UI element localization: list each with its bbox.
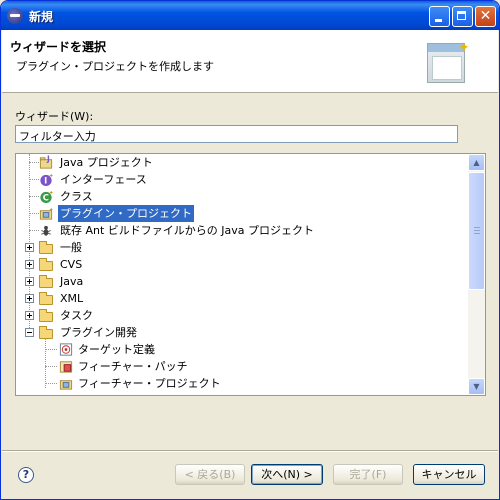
folder-icon	[38, 291, 54, 306]
wizard-tree[interactable]: J Java プロジェクト I ✦ インターフェース C ✦ クラス ✦ プラグイン…	[15, 153, 486, 396]
cancel-button[interactable]: キャンセル	[413, 464, 485, 485]
banner-description: プラグイン・プロジェクトを作成します	[16, 60, 214, 73]
scroll-down-button[interactable]: ▼	[468, 378, 485, 395]
window-title: 新規	[29, 10, 54, 24]
minimize-button[interactable]	[429, 6, 450, 27]
tree-item-label: クラス	[60, 190, 93, 203]
banner-title: ウィザードを選択	[10, 40, 107, 54]
filter-placeholder: フィルター入力	[19, 130, 96, 143]
collapse-icon[interactable]	[25, 328, 34, 337]
feature-project-icon	[59, 380, 73, 390]
new-wizard-dialog: 新規 ✕ ウィザードを選択 プラグイン・プロジェクトを作成します ✦ ウィザード…	[0, 0, 500, 500]
tree-item-label: ターゲット定義	[78, 343, 155, 356]
close-button[interactable]: ✕	[475, 6, 496, 27]
tree-item-label: CVS	[60, 258, 83, 271]
close-icon: ✕	[479, 8, 492, 24]
target-definition-icon	[59, 343, 73, 356]
svg-text:I: I	[44, 176, 47, 186]
svg-text:J: J	[46, 155, 50, 164]
folder-icon	[38, 274, 54, 289]
wizards-label: ウィザード(W):	[15, 110, 94, 123]
tree-item-label: 一般	[60, 241, 82, 254]
tree-item-label: プラグイン開発	[60, 326, 137, 339]
help-button[interactable]: ?	[18, 467, 34, 483]
wizard-banner: ウィザードを選択 プラグイン・プロジェクトを作成します ✦	[2, 30, 498, 93]
tree-item-label: XML	[60, 292, 84, 305]
expand-icon[interactable]	[25, 294, 34, 303]
svg-text:✦: ✦	[49, 207, 54, 214]
tree-item-label: フィーチャー・パッチ	[78, 360, 188, 373]
class-icon: C ✦	[40, 190, 54, 204]
back-button[interactable]: < 戻る(B)	[175, 464, 245, 485]
expand-icon[interactable]	[25, 260, 34, 269]
folder-icon	[38, 308, 54, 323]
feature-patch-icon	[59, 361, 73, 373]
interface-icon: I ✦	[40, 173, 54, 187]
tree-item-label: Java プロジェクト	[60, 156, 153, 169]
tree-item-label: タスク	[60, 309, 93, 322]
tree-item-label: フィーチャー・プロジェクト	[78, 377, 221, 390]
tree-item-label: Java	[60, 275, 84, 288]
help-icon: ?	[22, 468, 30, 481]
tree-item-label: 既存 Ant ビルドファイルからの Java プロジェクト	[60, 224, 315, 237]
finish-button[interactable]: 完了(F)	[333, 464, 403, 485]
divider	[2, 450, 498, 452]
maximize-icon	[457, 11, 466, 20]
svg-text:✦: ✦	[49, 173, 54, 180]
scroll-up-button[interactable]: ▲	[468, 154, 485, 171]
scroll-thumb[interactable]	[468, 172, 485, 290]
expand-icon[interactable]	[25, 243, 34, 252]
folder-open-icon	[38, 325, 54, 340]
plugin-project-icon: ✦	[39, 207, 54, 220]
expand-icon[interactable]	[25, 277, 34, 286]
tree-item-label: プラグイン・プロジェクト	[58, 205, 194, 222]
minimize-icon	[435, 19, 442, 22]
folder-icon	[38, 257, 54, 272]
chevron-up-icon: ▲	[473, 158, 480, 167]
eclipse-icon	[7, 8, 23, 24]
filter-input[interactable]: フィルター入力	[15, 125, 458, 143]
title-bar[interactable]: 新規 ✕	[1, 1, 499, 30]
ant-icon	[41, 225, 51, 236]
expand-icon[interactable]	[25, 311, 34, 320]
folder-icon	[38, 240, 54, 255]
grip-icon	[474, 227, 480, 234]
maximize-button[interactable]	[452, 6, 473, 27]
tree-vertical-scrollbar[interactable]: ▲ ▼	[468, 154, 485, 395]
tree-item-label: インターフェース	[60, 173, 147, 186]
next-button[interactable]: 次へ(N) >	[251, 464, 323, 485]
java-project-icon: J	[39, 155, 53, 169]
sparkle-icon: ✦	[458, 40, 470, 56]
svg-text:✦: ✦	[49, 190, 54, 197]
chevron-down-icon: ▼	[473, 382, 480, 391]
